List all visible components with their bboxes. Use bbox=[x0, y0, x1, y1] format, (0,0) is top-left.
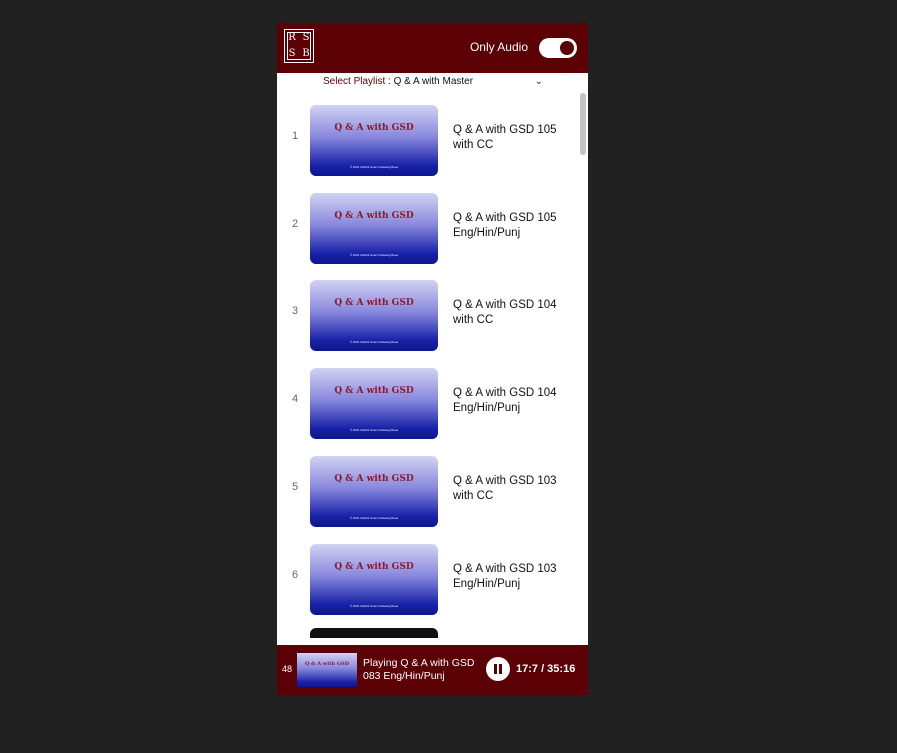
player-thumbnail-title: Q & A with GSD bbox=[304, 661, 350, 667]
video-thumbnail[interactable]: Q & A with GSD © 2021 Radha Soami Satsan… bbox=[310, 368, 438, 439]
list-item[interactable]: 4 Q & A with GSD © 2021 Radha Soami Sats… bbox=[277, 364, 577, 439]
video-thumbnail[interactable]: Q & A with GSD © 2021 Radha Soami Satsan… bbox=[310, 105, 438, 176]
list-item[interactable]: 5 Q & A with GSD © 2021 Radha Soami Sats… bbox=[277, 452, 577, 527]
thumbnail-copyright: © 2021 Radha Soami Satsang Beas bbox=[349, 340, 399, 344]
player-thumbnail: Q & A with GSD bbox=[297, 653, 357, 687]
item-number: 4 bbox=[291, 393, 299, 405]
thumbnail-title: Q & A with GSD bbox=[334, 386, 414, 396]
video-thumbnail[interactable]: Q & A with GSD © 2021 Radha Soami Satsan… bbox=[310, 280, 438, 351]
playlist-select-value: Q & A with Master bbox=[393, 76, 474, 87]
pause-icon[interactable] bbox=[486, 657, 510, 681]
item-title: Q & A with GSD 104 Eng/Hin/Punj bbox=[453, 387, 557, 414]
item-title: Q & A with GSD 103 Eng/Hin/Punj bbox=[453, 563, 557, 590]
list-item[interactable]: 6 Q & A with GSD © 2021 Radha Soami Sats… bbox=[277, 540, 577, 615]
item-title: Q & A with GSD 104 with CC bbox=[453, 299, 557, 326]
list-item[interactable]: 1 Q & A with GSD © 2021 Radha Soami Sats… bbox=[277, 101, 577, 176]
thumbnail-title: Q & A with GSD bbox=[334, 211, 414, 221]
logo-letter-s: S bbox=[302, 32, 310, 43]
video-thumbnail[interactable]: Q & A with GSD © 2021 Radha Soami Satsan… bbox=[310, 544, 438, 615]
playlist-select[interactable]: Select Playlist : Q & A with Master ⌄ bbox=[323, 76, 543, 92]
thumbnail-copyright: © 2021 Radha Soami Satsang Beas bbox=[349, 604, 399, 608]
chevron-down-icon: ⌄ bbox=[534, 76, 543, 87]
thumbnail-copyright: © 2021 Radha Soami Satsang Beas bbox=[349, 428, 399, 432]
logo-letter-r: R bbox=[288, 32, 296, 43]
thumbnail-copyright: © 2021 Radha Soami Satsang Beas bbox=[349, 253, 399, 257]
next-thumbnail-peek bbox=[310, 628, 438, 638]
video-thumbnail[interactable]: Q & A with GSD © 2021 Radha Soami Satsan… bbox=[310, 456, 438, 527]
thumbnail-title: Q & A with GSD bbox=[334, 474, 414, 484]
item-title: Q & A with GSD 103 with CC bbox=[453, 475, 557, 502]
logo-letter-b: B bbox=[302, 48, 310, 59]
thumbnail-title: Q & A with GSD bbox=[334, 298, 414, 308]
item-number: 5 bbox=[291, 481, 299, 493]
only-audio-toggle[interactable] bbox=[539, 38, 577, 58]
video-thumbnail[interactable]: Q & A with GSD © 2021 Radha Soami Satsan… bbox=[310, 193, 438, 264]
only-audio-label: Only Audio bbox=[469, 40, 528, 54]
item-number: 6 bbox=[291, 569, 299, 581]
rssb-logo-icon: R S S B bbox=[284, 29, 314, 63]
app-header: R S S B Only Audio bbox=[277, 23, 588, 73]
item-title: Q & A with GSD 105 with CC bbox=[453, 124, 557, 151]
playback-time: 17:7 / 35:16 bbox=[516, 663, 576, 675]
now-playing-text: Playing Q & A with GSD 083 Eng/Hin/Punj bbox=[363, 657, 475, 682]
thumbnail-title: Q & A with GSD bbox=[334, 562, 414, 572]
player-item-number: 48 bbox=[282, 664, 293, 674]
item-number: 1 bbox=[291, 130, 299, 142]
thumbnail-copyright: © 2021 Radha Soami Satsang Beas bbox=[349, 165, 399, 169]
item-title: Q & A with GSD 105 Eng/Hin/Punj bbox=[453, 212, 557, 239]
list-item[interactable]: 3 Q & A with GSD © 2021 Radha Soami Sats… bbox=[277, 276, 577, 351]
thumbnail-copyright: © 2021 Radha Soami Satsang Beas bbox=[349, 516, 399, 520]
item-number: 2 bbox=[291, 218, 299, 230]
toggle-knob bbox=[560, 41, 574, 55]
item-number: 3 bbox=[291, 305, 299, 317]
thumbnail-title: Q & A with GSD bbox=[334, 123, 414, 133]
logo-letter-s2: S bbox=[288, 48, 296, 59]
scrollbar[interactable] bbox=[580, 93, 586, 155]
playlist-select-label: Select Playlist : bbox=[323, 76, 391, 87]
list-item[interactable]: 2 Q & A with GSD © 2021 Radha Soami Sats… bbox=[277, 189, 577, 264]
mini-player[interactable]: 48 Q & A with GSD Playing Q & A with GSD… bbox=[277, 645, 588, 695]
playlist-list: 1 Q & A with GSD © 2021 Radha Soami Sats… bbox=[277, 97, 588, 645]
app-window: R S S B Only Audio Select Playlist : Q &… bbox=[277, 23, 588, 695]
